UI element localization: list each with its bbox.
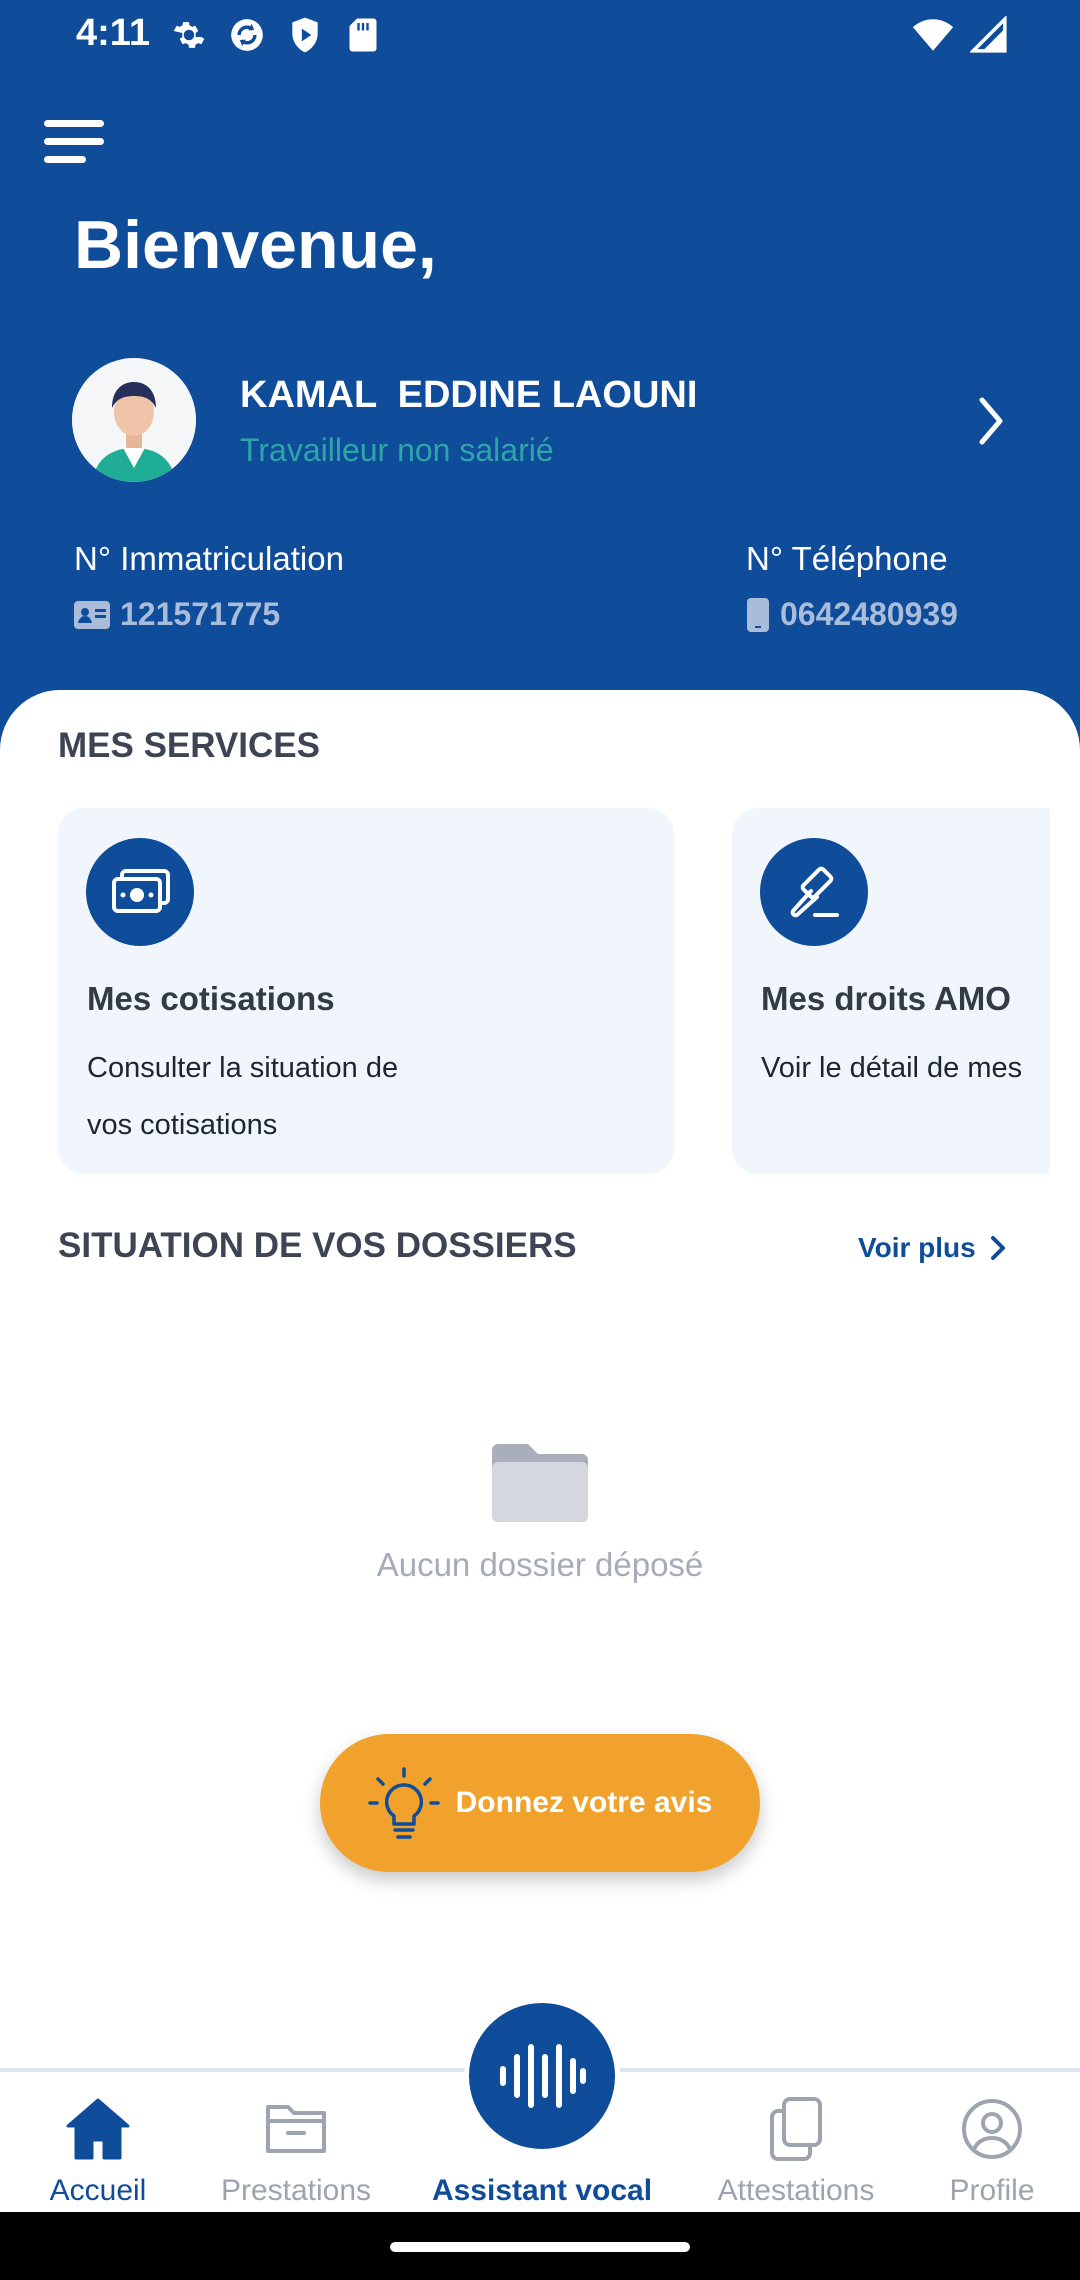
sd-card-icon: [342, 14, 384, 56]
feedback-label: Donnez votre avis: [455, 1786, 713, 1819]
feedback-button[interactable]: Donnez votre avis: [320, 1734, 760, 1872]
user-name: KAMAL EDDINE LAOUNI: [240, 374, 698, 416]
services-title: MES SERVICES: [58, 726, 320, 765]
dossiers-title: SITUATION DE VOS DOSSIERS: [58, 1226, 577, 1265]
user-status: Travailleur non salarié: [240, 432, 554, 468]
avatar: [72, 358, 196, 482]
home-icon: [66, 2098, 130, 2160]
nav-item-profile[interactable]: Profile: [892, 2096, 1080, 2208]
nav-label: Accueil: [49, 2174, 147, 2207]
documents-icon: [770, 2097, 822, 2161]
settings-icon: [168, 14, 210, 56]
service-card-droits-amo[interactable]: Mes droits AMO Voir le détail de mes: [732, 808, 1050, 1174]
telephone-block: N° Téléphone 0642480939: [746, 540, 958, 633]
service-title: Mes droits AMO: [761, 980, 1011, 1017]
folder-icon: [266, 2105, 326, 2153]
status-time: 4:11: [76, 12, 150, 54]
phone-icon: [747, 597, 769, 632]
profile-card[interactable]: KAMAL EDDINE LAOUNI Travailleur non sala…: [72, 358, 1012, 486]
nav-label: Profile: [949, 2174, 1035, 2207]
home-gesture-handle[interactable]: [390, 2242, 690, 2252]
chevron-right-icon: [990, 1236, 1005, 1260]
nav-label: Prestations: [220, 2174, 372, 2207]
nav-item-accueil[interactable]: Accueil: [0, 2096, 198, 2208]
status-bar: 4:11: [0, 0, 1080, 68]
id-card-icon: [74, 600, 110, 629]
service-card-cotisations[interactable]: Mes cotisations Consulter la situation d…: [58, 808, 674, 1174]
telephone-label: N° Téléphone: [746, 540, 948, 577]
user-circle-icon: [962, 2099, 1022, 2159]
menu-button[interactable]: [40, 112, 110, 174]
voice-assistant-label: Assistant vocal: [431, 2174, 653, 2207]
immatriculation-label: N° Immatriculation: [74, 540, 344, 577]
gesture-bar: [0, 2212, 1080, 2280]
service-description: vos cotisations: [87, 1109, 278, 1141]
telephone-value: 0642480939: [780, 596, 958, 632]
money-icon: [86, 838, 194, 946]
empty-folder-icon: [492, 1444, 588, 1522]
voice-assistant-button[interactable]: [464, 1998, 620, 2154]
soundwave-icon: [500, 2044, 586, 2108]
shield-play-icon: [284, 14, 326, 56]
wifi-icon: [912, 14, 954, 56]
immatriculation-block: N° Immatriculation 121571775: [74, 540, 344, 633]
signal-icon: [968, 14, 1010, 56]
empty-state-text: Aucun dossier déposé: [376, 1546, 704, 1583]
see-more-link[interactable]: Voir plus: [858, 1232, 1006, 1264]
service-title: Mes cotisations: [87, 980, 335, 1017]
see-more-label: Voir plus: [858, 1232, 976, 1263]
nav-label: Attestations: [717, 2174, 875, 2207]
nav-item-attestations[interactable]: Attestations: [696, 2096, 896, 2208]
welcome-title: Bienvenue,: [74, 207, 437, 283]
lightbulb-icon: [367, 1767, 440, 1839]
sync-icon: [226, 14, 268, 56]
hamburger-menu-icon: [44, 120, 104, 127]
nav-item-prestations[interactable]: Prestations: [196, 2096, 396, 2208]
chevron-right-icon: [979, 397, 1003, 445]
gavel-icon: [760, 838, 868, 946]
immatriculation-value: 121571775: [120, 596, 281, 632]
service-description: Consulter la situation de: [87, 1052, 399, 1084]
service-description: Voir le détail de mes: [761, 1052, 1023, 1084]
